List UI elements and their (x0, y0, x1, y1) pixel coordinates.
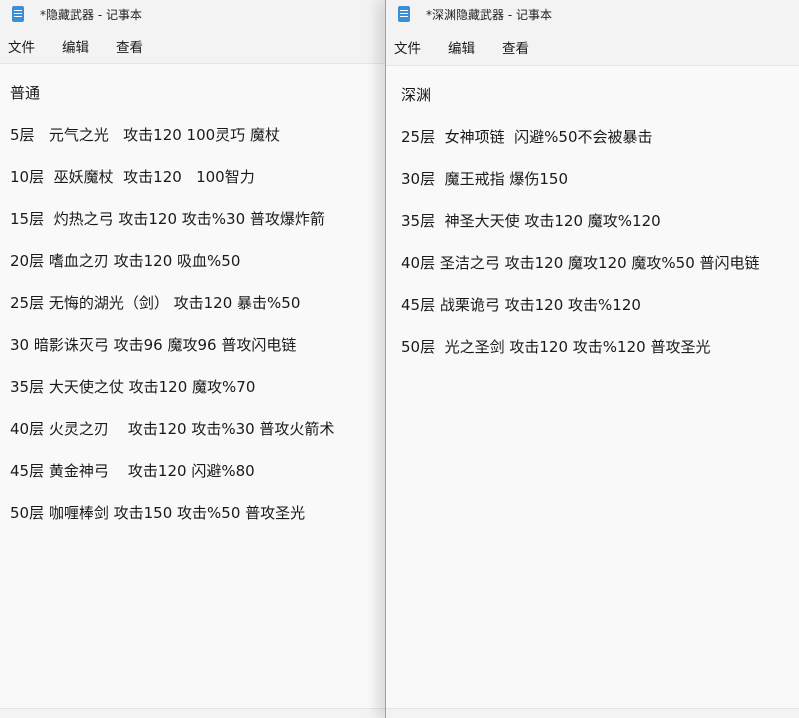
window-title: *隐藏武器 - 记事本 (40, 7, 142, 22)
title-bar[interactable]: *深渊隐藏武器 - 记事本 (386, 0, 799, 28)
text-line: 35层 大天使之仗 攻击120 魔攻%70 (10, 378, 256, 396)
status-bar (0, 708, 385, 718)
menu-view[interactable]: 查看 (116, 36, 143, 56)
menu-file[interactable]: 文件 (8, 36, 35, 56)
notepad-icon (398, 6, 410, 22)
text-editor[interactable]: 深渊 25层 女神项链 闪避%50不会被暴击 30层 魔王戒指 爆伤150 35… (386, 66, 799, 378)
menu-bar: 文件 编辑 查看 (386, 28, 799, 66)
text-line: 20层 嗜血之刃 攻击120 吸血%50 (10, 252, 241, 270)
text-line: 深渊 (401, 86, 432, 104)
text-line: 5层 元气之光 攻击120 100灵巧 魔杖 (10, 126, 280, 144)
text-line: 45层 黄金神弓 攻击120 闪避%80 (10, 462, 255, 480)
text-line: 40层 圣洁之弓 攻击120 魔攻120 魔攻%50 普闪电链 (401, 254, 760, 272)
window-title: *深渊隐藏武器 - 记事本 (426, 7, 552, 22)
menu-view[interactable]: 查看 (502, 37, 529, 57)
text-line: 50层 咖喱棒剑 攻击150 攻击%50 普攻圣光 (10, 504, 306, 522)
text-line: 35层 神圣大天使 攻击120 魔攻%120 (401, 212, 661, 230)
text-line: 15层 灼热之弓 攻击120 攻击%30 普攻爆炸箭 (10, 210, 325, 228)
title-bar[interactable]: *隐藏武器 - 记事本 (0, 0, 385, 28)
text-line: 40层 火灵之刃 攻击120 攻击%30 普攻火箭术 (10, 420, 335, 438)
text-line: 30层 魔王戒指 爆伤150 (401, 170, 569, 188)
menu-file[interactable]: 文件 (394, 37, 421, 57)
notepad-window-abyss-weapons: *深渊隐藏武器 - 记事本 文件 编辑 查看 深渊 25层 女神项链 闪避%50… (385, 0, 799, 718)
menu-edit[interactable]: 编辑 (62, 36, 89, 56)
menu-bar: 文件 编辑 查看 (0, 28, 385, 64)
menu-edit[interactable]: 编辑 (448, 37, 475, 57)
text-line: 25层 女神项链 闪避%50不会被暴击 (401, 128, 653, 146)
text-editor[interactable]: 普通 5层 元气之光 攻击120 100灵巧 魔杖 10层 巫妖魔杖 攻击120… (0, 64, 385, 544)
text-line: 普通 (10, 84, 41, 102)
notepad-window-hidden-weapons: *隐藏武器 - 记事本 文件 编辑 查看 普通 5层 元气之光 攻击120 10… (0, 0, 385, 718)
status-bar (386, 708, 799, 718)
notepad-icon (12, 6, 24, 22)
text-line: 50层 光之圣剑 攻击120 攻击%120 普攻圣光 (401, 338, 711, 356)
text-line: 30 暗影诛灭弓 攻击96 魔攻96 普攻闪电链 (10, 336, 297, 354)
text-line: 45层 战栗诡弓 攻击120 攻击%120 (401, 296, 641, 314)
text-line: 10层 巫妖魔杖 攻击120 100智力 (10, 168, 255, 186)
text-line: 25层 无悔的湖光（剑） 攻击120 暴击%50 (10, 294, 301, 312)
